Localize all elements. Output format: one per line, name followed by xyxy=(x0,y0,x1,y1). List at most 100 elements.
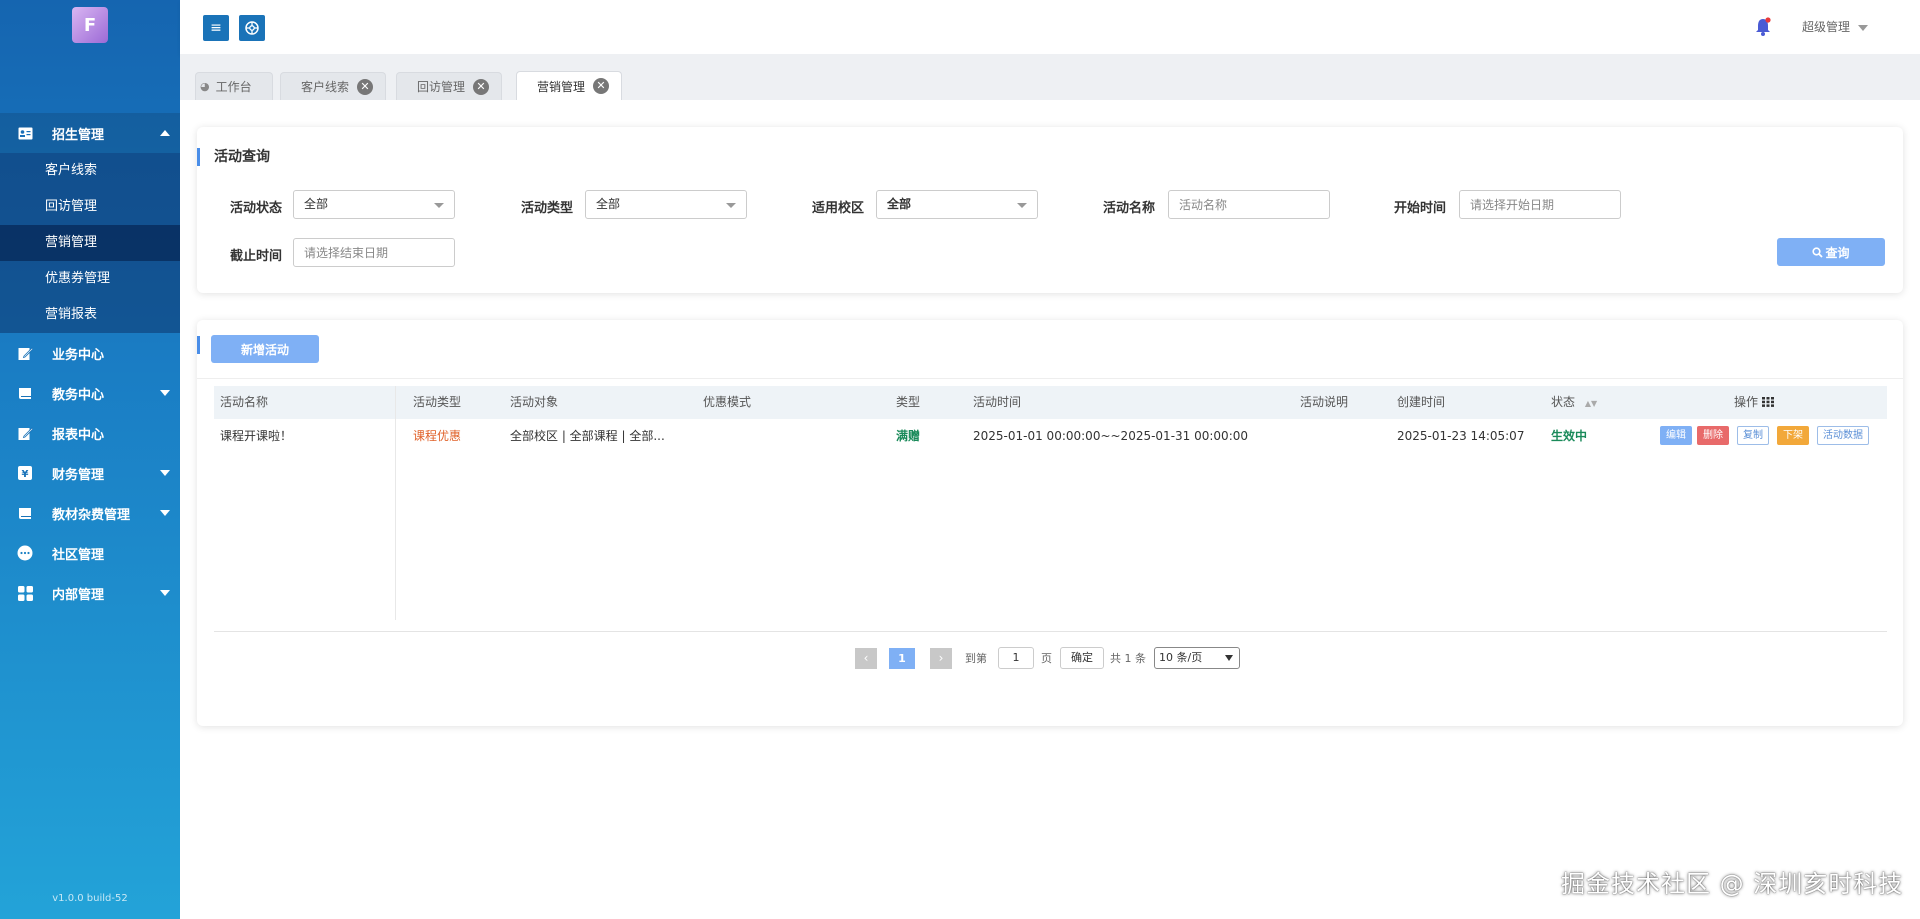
page-size-select[interactable]: 10 条/页 xyxy=(1154,647,1240,669)
grid-icon xyxy=(16,584,34,602)
query-title: 活动查询 xyxy=(197,148,270,166)
chevron-down-icon xyxy=(1225,655,1233,661)
add-activity-button[interactable]: 新增活动 xyxy=(211,335,319,363)
col-activity-type: 活动类型 xyxy=(413,395,462,409)
prev-page-button[interactable]: ‹ xyxy=(855,648,877,669)
sidebar-item-marketing-report[interactable]: 营销报表 xyxy=(0,297,180,333)
menu-item-community[interactable]: 社区管理 xyxy=(0,533,180,573)
hamburger-icon: ≡ xyxy=(210,20,222,36)
campus-select-value: 全部 xyxy=(887,197,912,211)
tab-marketing[interactable]: 营销管理 ✕ xyxy=(516,71,623,100)
watermark: 掘金技术社区 @ 深圳亥时科技 xyxy=(1561,870,1904,898)
col-actions-label: 操作 xyxy=(1734,395,1759,409)
globe-button[interactable] xyxy=(239,15,265,41)
start-date-input[interactable] xyxy=(1459,190,1621,219)
menu-item-academic[interactable]: 教务中心 xyxy=(0,373,180,413)
close-icon[interactable]: ✕ xyxy=(473,78,490,95)
sidebar-item-marketing[interactable]: 营销管理 xyxy=(0,225,180,261)
delete-button[interactable]: 删除 xyxy=(1697,426,1729,445)
start-time-label: 开始时间 xyxy=(1394,201,1447,216)
name-label: 活动名称 xyxy=(1103,201,1156,216)
menu-item-materials[interactable]: 教材杂费管理 xyxy=(0,493,180,533)
goto-label: 到第 xyxy=(965,652,987,665)
column-settings-icon[interactable] xyxy=(1761,397,1774,407)
version-label: v1.0.0 build-52 xyxy=(52,893,128,904)
query-button-label: 查询 xyxy=(1825,245,1850,260)
menu-label: 内部管理 xyxy=(52,587,105,603)
table-header: 活动名称 活动类型 活动对象 优惠模式 类型 活动时间 活动说明 创建时间 状态… xyxy=(214,386,1887,419)
submenu-enrollment: 客户线索 回访管理 营销管理 优惠券管理 营销报表 xyxy=(0,153,180,333)
chevron-down-icon xyxy=(160,390,170,396)
menu-label: 教材杂费管理 xyxy=(52,507,131,523)
col-activity-name: 活动名称 xyxy=(220,395,269,409)
chevron-down-icon xyxy=(1858,24,1869,31)
copy-button[interactable]: 复制 xyxy=(1737,426,1769,445)
type-select[interactable]: 全部 xyxy=(585,190,747,219)
sidebar-menu: 招生管理 客户线索 回访管理 营销管理 优惠券管理 营销报表 业务中心 教务中心 xyxy=(0,113,180,613)
book-icon xyxy=(16,504,34,522)
tab-workbench[interactable]: ◕ 工作台 xyxy=(195,72,273,100)
end-time-label: 截止时间 xyxy=(230,249,283,264)
sidebar-item-coupons[interactable]: 优惠券管理 xyxy=(0,261,180,297)
table-footer-divider xyxy=(214,631,1887,632)
chevron-down-icon xyxy=(160,470,170,476)
tab-customer-leads[interactable]: 客户线索 ✕ xyxy=(280,72,387,100)
column-divider xyxy=(395,386,396,620)
user-menu[interactable]: 超级管理 xyxy=(1802,18,1869,35)
user-name: 超级管理 xyxy=(1802,20,1851,34)
sidebar-item-customer-leads[interactable]: 客户线索 xyxy=(0,153,180,189)
page-1-button[interactable]: 1 xyxy=(889,648,915,669)
dashboard-icon: ◕ xyxy=(200,80,210,93)
menu-label: 社区管理 xyxy=(52,547,105,563)
activity-name-input[interactable] xyxy=(1168,190,1330,219)
sidebar: F 招生管理 客户线索 回访管理 营销管理 优惠券管理 营销报表 业务中心 教务… xyxy=(0,0,180,919)
close-icon[interactable]: ✕ xyxy=(357,78,374,95)
menu-item-reports[interactable]: 报表中心 xyxy=(0,413,180,453)
close-icon[interactable]: ✕ xyxy=(593,78,610,94)
logo-text: F xyxy=(83,14,97,36)
menu-item-enrollment[interactable]: 招生管理 xyxy=(0,113,180,153)
query-button[interactable]: 查询 xyxy=(1777,238,1885,266)
section-marker xyxy=(197,336,200,354)
tab-bar: ◕ 工作台 客户线索 ✕ 回访管理 ✕ 营销管理 ✕ xyxy=(180,54,1920,100)
report-icon xyxy=(16,424,34,442)
chevron-up-icon xyxy=(160,130,170,136)
cell-status: 生效中 xyxy=(1551,429,1588,443)
menu-item-finance[interactable]: ¥ 财务管理 xyxy=(0,453,180,493)
tab-followup[interactable]: 回访管理 ✕ xyxy=(396,72,503,100)
menu-item-internal[interactable]: 内部管理 xyxy=(0,573,180,613)
book-icon xyxy=(16,384,34,402)
cell-activity-time: 2025-01-01 00:00:00~~2025-01-31 00:00:00 xyxy=(973,429,1249,443)
sidebar-item-followup[interactable]: 回访管理 xyxy=(0,189,180,225)
chevron-down-icon xyxy=(434,203,444,208)
cell-name: 课程开课啦！ xyxy=(220,429,293,443)
globe-icon xyxy=(245,21,259,35)
id-card-icon xyxy=(16,124,34,142)
total-count: 共 1 条 xyxy=(1110,652,1146,665)
activity-data-button[interactable]: 活动数据 xyxy=(1817,426,1869,445)
chevron-down-icon xyxy=(160,510,170,516)
status-label: 活动状态 xyxy=(230,201,283,216)
chevron-down-icon xyxy=(726,203,736,208)
goto-page-input[interactable]: 1 xyxy=(998,647,1034,669)
take-offline-button[interactable]: 下架 xyxy=(1777,426,1809,445)
goto-confirm-button[interactable]: 确定 xyxy=(1060,647,1104,669)
yuan-icon: ¥ xyxy=(16,464,34,482)
campus-label: 适用校区 xyxy=(812,201,865,216)
next-page-button[interactable]: › xyxy=(930,648,952,669)
menu-toggle-button[interactable]: ≡ xyxy=(203,15,229,41)
status-select[interactable]: 全部 xyxy=(293,190,455,219)
notification-bell-icon[interactable] xyxy=(1754,17,1772,37)
cell-target: 全部校区 | 全部课程 | 全部... xyxy=(510,429,665,443)
main-content: 活动查询 活动状态 全部 活动类型 全部 适用校区 全部 活动名称 开始时间 截… xyxy=(180,100,1920,919)
campus-select[interactable]: 全部 xyxy=(876,190,1038,219)
sort-icon[interactable]: ▲▼ xyxy=(1585,399,1597,408)
menu-item-business[interactable]: 业务中心 xyxy=(0,333,180,373)
col-status[interactable]: 状态 ▲▼ xyxy=(1551,386,1597,419)
menu-label: 财务管理 xyxy=(52,467,105,483)
menu-label: 报表中心 xyxy=(52,427,105,443)
end-date-input[interactable] xyxy=(293,238,455,267)
page-unit-label: 页 xyxy=(1041,652,1052,665)
page-size-value: 10 条/页 xyxy=(1159,651,1203,664)
edit-button[interactable]: 编辑 xyxy=(1660,426,1692,445)
